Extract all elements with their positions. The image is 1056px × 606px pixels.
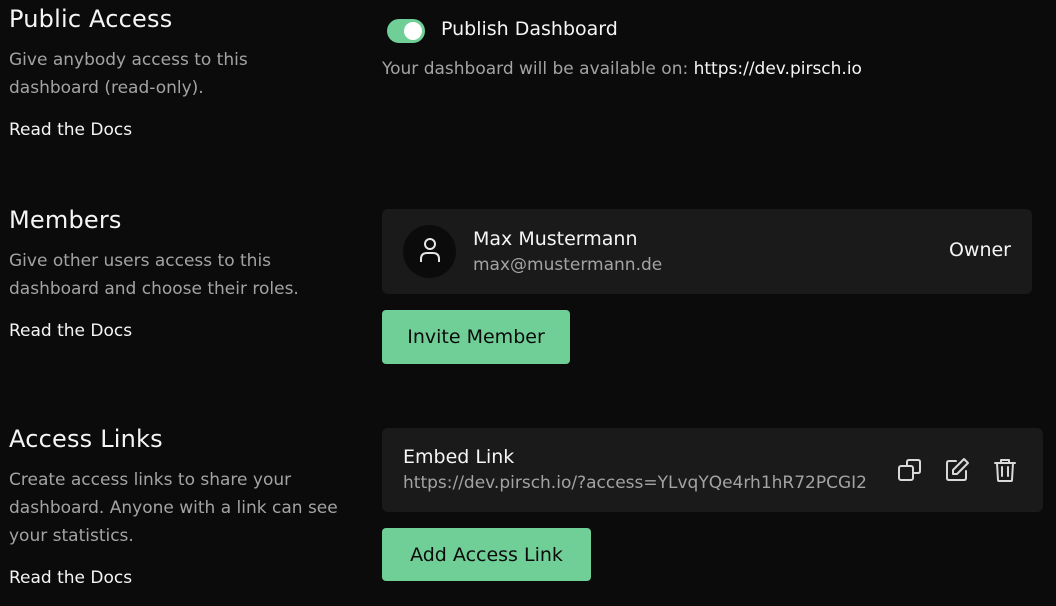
user-icon: [418, 236, 442, 268]
toggle-knob: [404, 22, 422, 40]
members-title: Members: [9, 206, 122, 234]
public-access-title: Public Access: [9, 5, 173, 33]
publish-dashboard-label: Publish Dashboard: [441, 18, 618, 40]
dashboard-url-link[interactable]: https://dev.pirsch.io: [694, 59, 862, 79]
access-links-title: Access Links: [9, 425, 163, 453]
publish-dashboard-toggle[interactable]: [387, 19, 425, 43]
members-docs-link[interactable]: Read the Docs: [9, 321, 132, 341]
access-link-name: Embed Link: [403, 446, 515, 468]
member-email: max@mustermann.de: [473, 255, 663, 275]
public-access-description: Give anybody access to this dashboard (r…: [9, 50, 248, 98]
member-role[interactable]: Owner: [949, 239, 1011, 261]
access-links-docs-link[interactable]: Read the Docs: [9, 568, 132, 588]
member-name: Max Mustermann: [473, 228, 638, 250]
public-access-docs-link[interactable]: Read the Docs: [9, 120, 132, 140]
invite-member-button[interactable]: Invite Member: [382, 310, 570, 364]
members-description: Give other users access to this dashboar…: [9, 251, 299, 299]
add-access-link-button[interactable]: Add Access Link: [382, 528, 591, 581]
access-links-description: Create access links to share your dashbo…: [9, 470, 338, 546]
member-row: Max Mustermann max@mustermann.de Owner: [382, 209, 1032, 294]
availability-prefix: Your dashboard will be available on:: [382, 59, 694, 79]
trash-icon[interactable]: [989, 454, 1021, 486]
access-link-url: https://dev.pirsch.io/?access=YLvqYQe4rh…: [403, 473, 867, 493]
access-link-row: Embed Link https://dev.pirsch.io/?access…: [382, 428, 1043, 512]
avatar: [403, 225, 456, 278]
copy-icon[interactable]: [894, 454, 926, 486]
edit-icon[interactable]: [941, 454, 973, 486]
availability-text: Your dashboard will be available on: htt…: [382, 59, 862, 79]
